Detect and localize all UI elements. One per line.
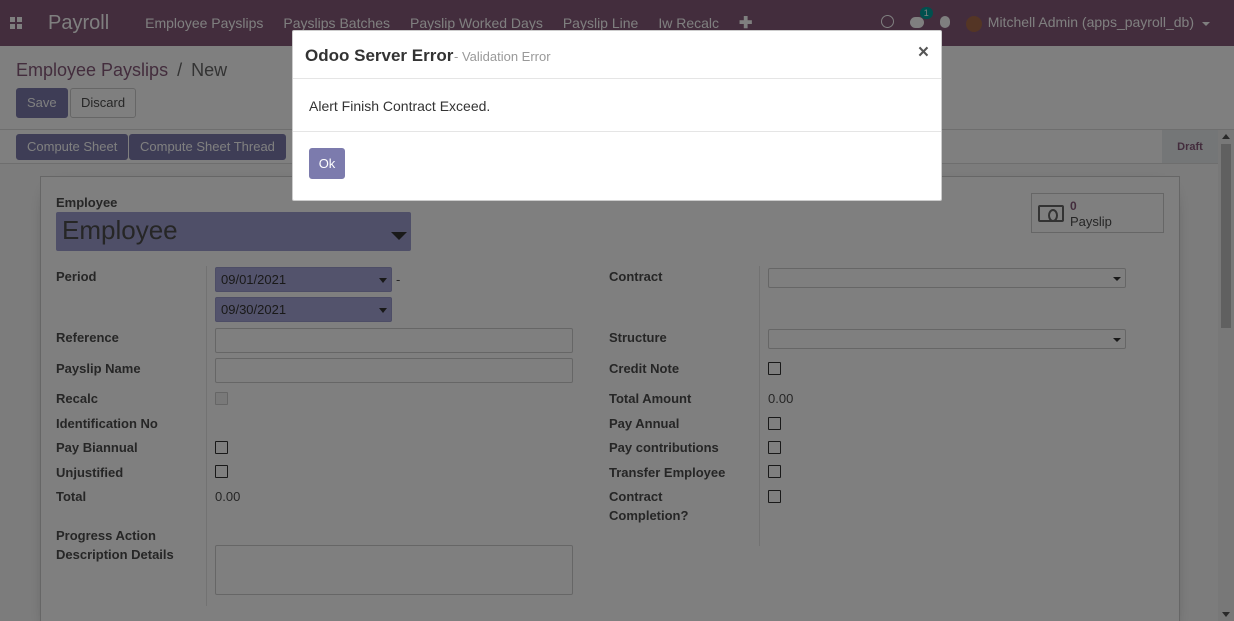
ok-button[interactable]: Ok: [309, 148, 345, 179]
dialog-header: Odoo Server Error - Validation Error ×: [293, 31, 941, 79]
error-dialog: Odoo Server Error - Validation Error × A…: [292, 30, 942, 201]
close-icon[interactable]: ×: [918, 42, 929, 64]
dialog-subtitle: - Validation Error: [454, 49, 551, 64]
dialog-body: Alert Finish Contract Exceed.: [293, 80, 941, 132]
dialog-title: Odoo Server Error: [305, 46, 454, 65]
error-message: Alert Finish Contract Exceed.: [309, 98, 491, 114]
